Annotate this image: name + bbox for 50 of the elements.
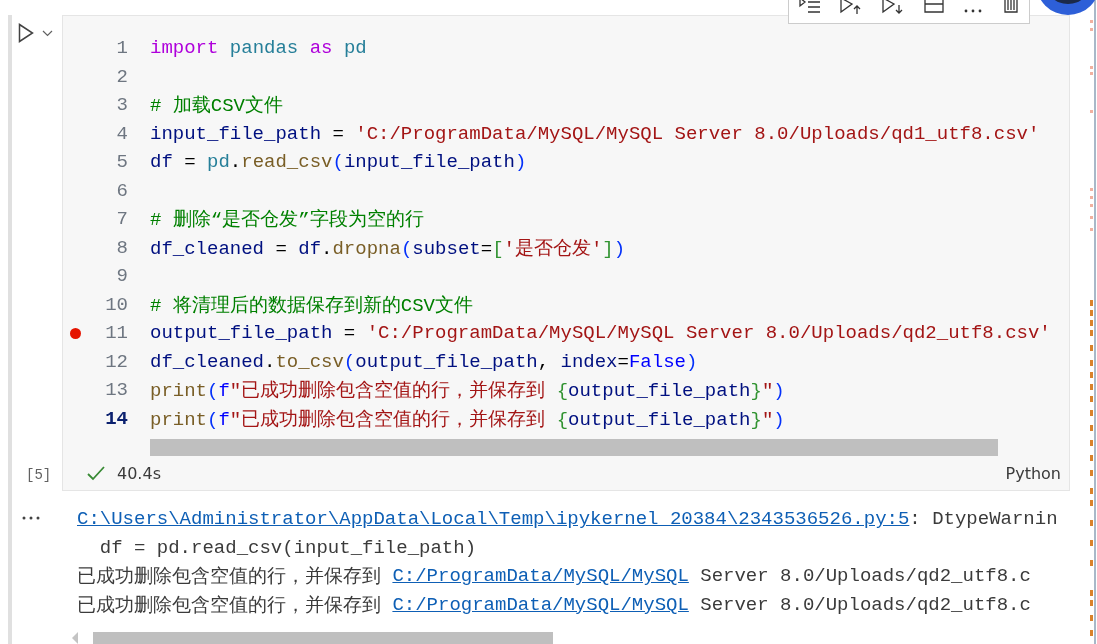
- code-line: df = pd.read_csv(input_file_path): [150, 151, 527, 174]
- run-icon[interactable]: [18, 23, 34, 43]
- code-line: input_file_path = 'C:/ProgramData/MySQL/MySQL Server 8.0/Uploads/qd1_utf8.csv': [150, 122, 1040, 145]
- code-line: df_cleaned.to_csv(output_file_path, index=False): [150, 350, 698, 373]
- scrollbar[interactable]: [93, 632, 553, 644]
- line-number: 9: [116, 265, 128, 288]
- output-text: Server 8.0/Uploads/qd2_utf8.c: [699, 593, 1031, 616]
- code-line: output_file_path = 'C:/ProgramData/MySQL/MySQL Server 8.0/Uploads/qd2_utf8.csv': [150, 322, 1051, 345]
- split-cell-icon[interactable]: [923, 0, 944, 14]
- execution-count: [5]: [26, 467, 52, 483]
- language-label[interactable]: Python: [1005, 463, 1061, 483]
- line-number: 13: [105, 379, 128, 402]
- file-link[interactable]: C:/ProgramData/MySQL/MySQL: [392, 565, 689, 588]
- output-text: Server 8.0/Uploads/qd2_utf8.c: [699, 565, 1031, 588]
- line-number: 1: [116, 37, 128, 60]
- code-line: # 加载CSV文件: [150, 94, 283, 119]
- line-number: 14: [105, 407, 128, 430]
- duration: 40.4s: [117, 463, 161, 483]
- code-line: import pandas as pd: [150, 37, 367, 60]
- code-line: print(f"已成功删除包含空值的行，并保存到 {output_file_path}"): [150, 407, 785, 432]
- code-line: # 删除“是否仓发”字段为空的行: [150, 208, 424, 233]
- line-number: 12: [105, 350, 128, 373]
- line-number: 11: [105, 322, 128, 345]
- line-number: 5: [116, 151, 128, 174]
- delete-icon[interactable]: [1003, 0, 1020, 14]
- line-number: 6: [116, 179, 128, 202]
- code-line: df_cleaned = df.dropna(subset=['是否仓发']): [150, 236, 626, 261]
- line-number: 7: [116, 208, 128, 231]
- line-number: 10: [105, 293, 128, 316]
- more-icon[interactable]: [963, 8, 984, 14]
- output-text: 已成功删除包含空值的行，并保存到: [77, 565, 382, 590]
- file-link[interactable]: C:\Users\Administrator\AppData\Local\Temp\ipykernel_20384\2343536526.py:5: [77, 508, 910, 531]
- output-text: df = pd.read_csv(input_file_path): [98, 536, 477, 559]
- code-cell[interactable]: [62, 15, 1070, 491]
- line-number: 4: [116, 122, 128, 145]
- run-below-icon[interactable]: [882, 0, 905, 14]
- file-link[interactable]: C:/ProgramData/MySQL/MySQL: [392, 593, 689, 616]
- run-above-icon[interactable]: [840, 0, 863, 14]
- chevron-down-icon[interactable]: [42, 29, 53, 37]
- output-text: : DtypeWarnin: [909, 508, 1058, 531]
- output-text: 已成功删除包含空值的行，并保存到: [77, 593, 382, 618]
- run-by-line-icon[interactable]: [798, 0, 821, 14]
- more-icon[interactable]: [22, 516, 40, 520]
- code-line: # 将清理后的数据保存到新的CSV文件: [150, 293, 473, 318]
- line-number: 2: [116, 65, 128, 88]
- breakpoint-dot[interactable]: [70, 327, 81, 339]
- scrollbar[interactable]: [150, 439, 998, 456]
- code-line: print(f"已成功删除包含空值的行，并保存到 {output_file_path}"): [150, 379, 785, 404]
- line-number: 3: [116, 94, 128, 117]
- line-number: 8: [116, 236, 128, 259]
